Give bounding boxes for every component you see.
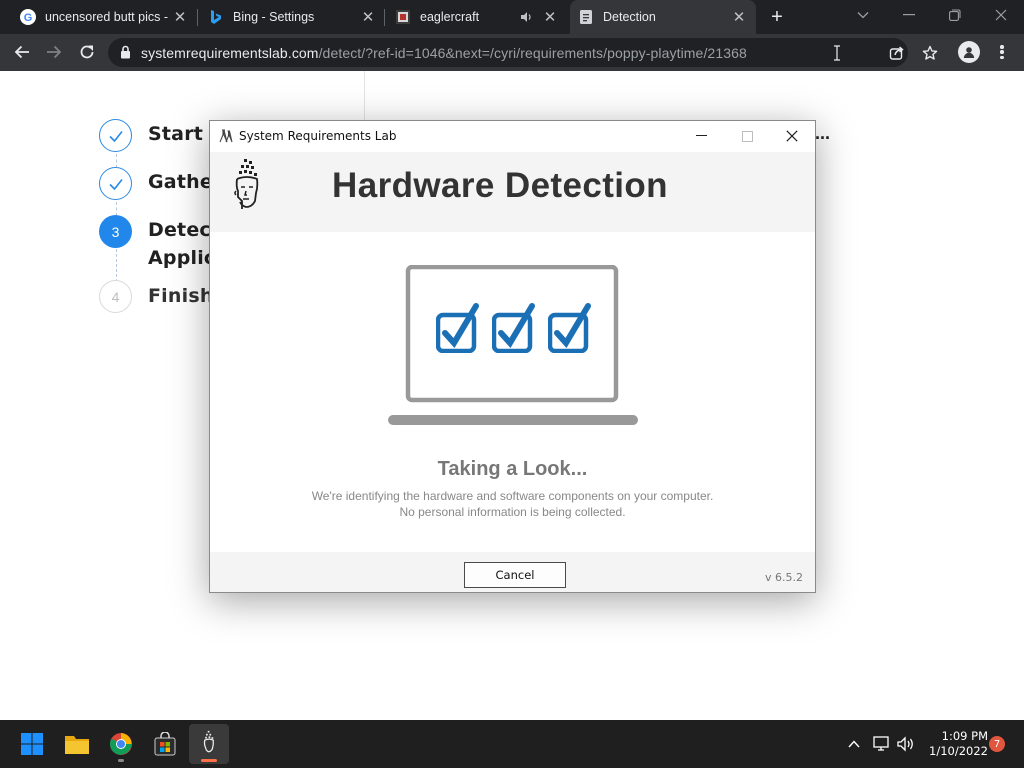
laptop-illustration bbox=[388, 264, 638, 432]
start-icon[interactable] bbox=[12, 724, 52, 764]
tab-separator bbox=[197, 9, 198, 26]
store-icon[interactable] bbox=[145, 724, 185, 764]
status-description: We're identifying the hardware and softw… bbox=[311, 489, 714, 519]
back-arrow-icon[interactable] bbox=[9, 39, 35, 65]
minimize-icon[interactable] bbox=[886, 0, 932, 30]
browser-tab-strip: G uncensored butt pics - ✕ Bing - Settin… bbox=[0, 0, 1024, 34]
google-icon: G bbox=[20, 9, 36, 25]
checkbox-checked-icon bbox=[547, 303, 593, 358]
step-3-circle: 3 bbox=[99, 215, 132, 248]
forward-arrow-icon[interactable] bbox=[41, 39, 67, 65]
cancel-button[interactable]: Cancel bbox=[464, 562, 566, 588]
running-indicator bbox=[118, 759, 124, 762]
system-clock[interactable]: 1:09 PM 1/10/2022 bbox=[918, 729, 988, 759]
share-icon[interactable] bbox=[886, 42, 908, 64]
srl-detection-icon[interactable] bbox=[189, 724, 229, 764]
version-label: v 6.5.2 bbox=[765, 571, 803, 584]
network-icon[interactable] bbox=[872, 734, 892, 754]
tab-close-icon[interactable]: ✕ bbox=[359, 8, 377, 26]
tab-eaglercraft[interactable]: eaglercraft ✕ bbox=[387, 0, 567, 34]
dialog-footer: Cancel v 6.5.2 bbox=[210, 552, 815, 592]
chrome-menu-icon[interactable] bbox=[994, 42, 1010, 62]
url-text[interactable]: systemrequirementslab.com/detect/?ref-id… bbox=[141, 45, 747, 61]
truncated-text-ellipsis: ... bbox=[815, 123, 831, 143]
flask-icon bbox=[218, 128, 234, 148]
file-explorer-icon[interactable] bbox=[57, 724, 97, 764]
eaglercraft-icon bbox=[395, 9, 411, 25]
speaker-icon[interactable] bbox=[517, 8, 535, 26]
tab-bing-settings[interactable]: Bing - Settings ✕ bbox=[200, 0, 385, 34]
tab-title: Detection bbox=[603, 10, 656, 24]
dialog-titlebar[interactable]: System Requirements Lab bbox=[210, 121, 815, 152]
dialog-close-icon[interactable] bbox=[769, 121, 815, 151]
step-number: 3 bbox=[111, 223, 120, 240]
dialog-title: System Requirements Lab bbox=[239, 129, 397, 143]
step-connector bbox=[116, 202, 117, 216]
dialog-header: Hardware Detection bbox=[210, 152, 815, 232]
step-connector bbox=[116, 249, 117, 282]
new-tab-plus-icon[interactable]: + bbox=[766, 6, 788, 28]
active-indicator bbox=[201, 759, 217, 762]
step-4-circle: 4 bbox=[99, 280, 132, 313]
notification-badge[interactable]: 7 bbox=[989, 736, 1005, 752]
step-2-check-icon bbox=[99, 167, 132, 200]
tab-google-search[interactable]: G uncensored butt pics - ✕ bbox=[12, 0, 197, 34]
step-number: 4 bbox=[111, 288, 120, 305]
step-label-finish: Finish bbox=[148, 285, 214, 307]
step-1-check-icon bbox=[99, 119, 132, 152]
volume-icon[interactable] bbox=[896, 734, 916, 754]
dialog-heading: Hardware Detection bbox=[332, 166, 668, 205]
show-hidden-icons-chevron-icon[interactable] bbox=[844, 734, 864, 754]
text-cursor-icon bbox=[826, 42, 848, 64]
clock-date: 1/10/2022 bbox=[929, 744, 988, 758]
address-bar[interactable]: systemrequirementslab.com/detect/?ref-id… bbox=[108, 38, 938, 67]
page-divider bbox=[364, 71, 365, 127]
tab-title: Bing - Settings bbox=[233, 10, 315, 24]
svg-text:G: G bbox=[24, 12, 33, 24]
dialog-maximize-icon[interactable] bbox=[724, 121, 770, 151]
url-host: systemrequirementslab.com bbox=[141, 45, 319, 61]
browser-toolbar: systemrequirementslab.com/detect/?ref-id… bbox=[0, 34, 1024, 71]
status-title: Taking a Look... bbox=[437, 458, 588, 480]
tab-close-icon[interactable]: ✕ bbox=[171, 8, 189, 26]
windows-taskbar: 1:09 PM 1/10/2022 7 bbox=[0, 720, 1024, 768]
clock-time: 1:09 PM bbox=[941, 729, 988, 743]
tab-close-icon[interactable]: ✕ bbox=[541, 8, 559, 26]
step-connector bbox=[116, 154, 117, 168]
page-icon bbox=[578, 9, 594, 25]
profile-avatar-icon[interactable] bbox=[958, 41, 980, 63]
chrome-icon[interactable] bbox=[101, 724, 141, 764]
tab-close-icon[interactable]: ✕ bbox=[730, 8, 748, 26]
tab-detection[interactable]: Detection ✕ bbox=[570, 0, 756, 34]
checkbox-checked-icon bbox=[491, 303, 537, 358]
srl-head-logo-icon bbox=[232, 157, 262, 228]
lock-icon[interactable] bbox=[120, 45, 131, 64]
bookmark-star-icon[interactable] bbox=[919, 42, 941, 64]
reload-icon[interactable] bbox=[74, 39, 100, 65]
bing-icon bbox=[208, 9, 224, 25]
step-label-start: Start bbox=[148, 123, 204, 145]
tab-title: eaglercraft bbox=[420, 10, 480, 24]
tab-separator bbox=[384, 9, 385, 26]
url-path: /detect/?ref-id=1046&next=/cyri/requirem… bbox=[318, 45, 747, 61]
tab-search-chevron-icon[interactable] bbox=[840, 0, 886, 30]
window-close-icon[interactable] bbox=[978, 0, 1024, 30]
tab-title: uncensored butt pics - bbox=[45, 10, 168, 24]
restore-icon[interactable] bbox=[932, 0, 978, 30]
dialog-minimize-icon[interactable] bbox=[678, 121, 724, 151]
srl-dialog-window: System Requirements Lab Hardware Detecti… bbox=[209, 120, 816, 593]
checkbox-checked-icon bbox=[435, 303, 481, 358]
